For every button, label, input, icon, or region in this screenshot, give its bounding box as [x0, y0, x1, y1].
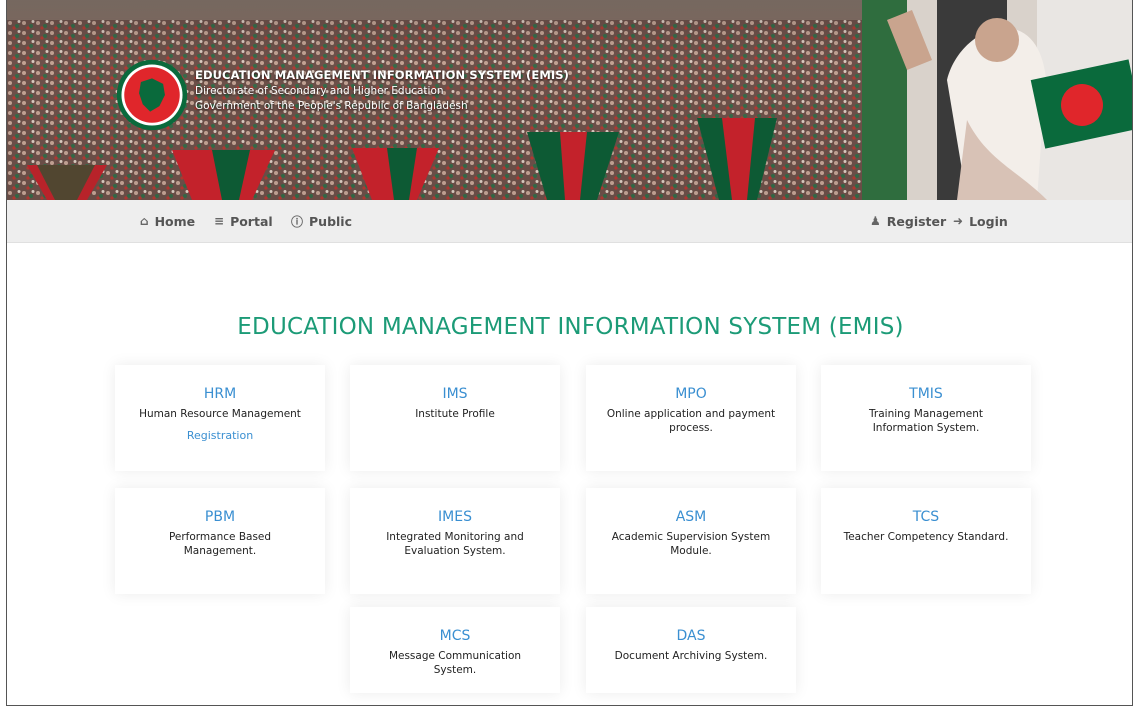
nav-portal-label: Portal	[230, 213, 273, 229]
module-card-tmis[interactable]: TMIS Training Management Information Sys…	[821, 365, 1031, 471]
module-abbr[interactable]: TMIS	[821, 386, 1031, 402]
module-card-tcs[interactable]: TCS Teacher Competency Standard.	[821, 488, 1031, 594]
module-description: Document Archiving System.	[614, 650, 768, 662]
module-card-mpo[interactable]: MPO Online application and payment proce…	[586, 365, 796, 471]
brand-text: EDUCATION MANAGEMENT INFORMATION SYSTEM …	[195, 64, 569, 112]
module-card-das[interactable]: DAS Document Archiving System.	[586, 607, 796, 693]
module-abbr[interactable]: MPO	[586, 386, 796, 402]
module-abbr[interactable]: HRM	[115, 386, 325, 402]
module-abbr[interactable]: DAS	[586, 628, 796, 644]
site-subtitle-government: Government of the People's Republic of B…	[195, 100, 468, 112]
home-icon: ⌂	[140, 214, 149, 228]
module-card-imes[interactable]: IMES Integrated Monitoring and Evaluatio…	[350, 488, 560, 594]
bars-icon: ≡	[214, 214, 225, 228]
module-description: Teacher Competency Standard.	[843, 531, 1009, 543]
module-description: Online application and payment process.	[606, 408, 776, 434]
nav-public-label: Public	[309, 213, 353, 229]
nav-register-label: Register	[886, 213, 947, 229]
government-seal-logo[interactable]	[115, 58, 189, 132]
module-abbr[interactable]: MCS	[350, 628, 560, 644]
page-title: EDUCATION MANAGEMENT INFORMATION SYSTEM …	[237, 314, 904, 340]
module-description: Integrated Monitoring and Evaluation Sys…	[386, 531, 524, 557]
module-description: Human Resource Management	[139, 408, 301, 420]
module-card-pbm[interactable]: PBM Performance Based Management.	[115, 488, 325, 594]
module-abbr[interactable]: IMES	[350, 509, 560, 525]
module-abbr[interactable]: PBM	[115, 509, 325, 525]
module-abbr[interactable]: IMS	[350, 386, 560, 402]
registration-link[interactable]: Registration	[115, 429, 325, 442]
nav-public[interactable]: ⓘ Public	[291, 200, 352, 242]
info-circle-icon: ⓘ	[291, 214, 304, 229]
module-card-mcs[interactable]: MCS Message Communication System.	[350, 607, 560, 693]
module-description: Performance Based Management.	[168, 531, 272, 557]
module-card-asm[interactable]: ASM Academic Supervision System Module.	[586, 488, 796, 594]
module-description: Academic Supervision System Module.	[611, 531, 771, 557]
nav-portal[interactable]: ≡ Portal	[214, 200, 273, 242]
module-description: Training Management Information System.	[869, 408, 983, 434]
nav-home[interactable]: ⌂ Home	[140, 200, 195, 242]
module-description: Institute Profile	[415, 408, 495, 420]
page-frame: EDUCATION MANAGEMENT INFORMATION SYSTEM …	[6, 0, 1133, 706]
module-abbr[interactable]: TCS	[821, 509, 1031, 525]
header-banner: EDUCATION MANAGEMENT INFORMATION SYSTEM …	[7, 0, 1132, 200]
sign-in-icon: ➜	[953, 214, 964, 228]
module-card-ims[interactable]: IMS Institute Profile	[350, 365, 560, 471]
nav-register[interactable]: ♟ Register	[870, 200, 946, 242]
module-abbr[interactable]: ASM	[586, 509, 796, 525]
nav-home-label: Home	[154, 213, 196, 229]
module-description: Message Communication System.	[388, 650, 522, 676]
user-icon: ♟	[870, 214, 881, 228]
nav-login-label: Login	[969, 213, 1008, 229]
site-subtitle-directorate: Directorate of Secondary and Higher Educ…	[195, 85, 444, 97]
brand-block: EDUCATION MANAGEMENT INFORMATION SYSTEM …	[115, 59, 569, 132]
top-navbar: ⌂ Home ≡ Portal ⓘ Public ♟ Register ➜ Lo…	[7, 200, 1132, 243]
nav-login[interactable]: ➜ Login	[953, 200, 1008, 242]
module-card-hrm[interactable]: HRM Human Resource Management Registrati…	[115, 365, 325, 471]
site-title: EDUCATION MANAGEMENT INFORMATION SYSTEM …	[195, 68, 570, 82]
